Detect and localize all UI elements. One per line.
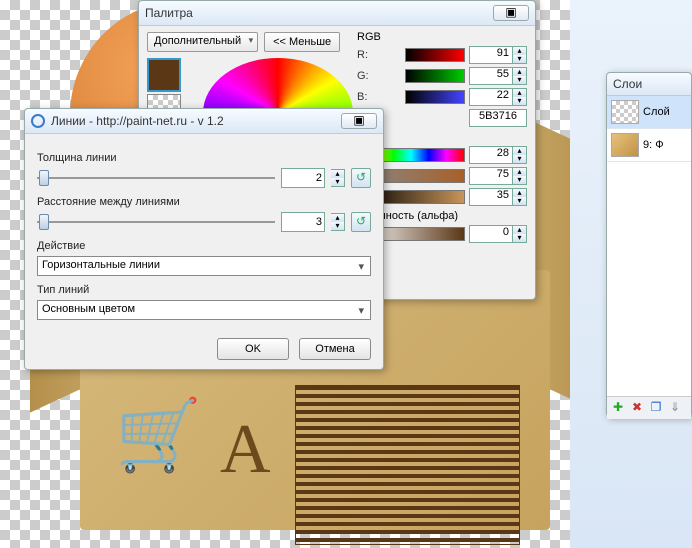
- letter-a-art: A: [220, 410, 271, 490]
- palette-titlebar[interactable]: Палитра ▣: [139, 1, 535, 26]
- layers-title: Слои: [613, 77, 685, 91]
- merge-layer-button[interactable]: ⇓: [667, 400, 683, 416]
- spacing-stepper[interactable]: ▴▾: [331, 213, 345, 231]
- palette-title: Палитра: [145, 6, 493, 20]
- layer-thumb: [611, 100, 639, 124]
- rgb-heading: RGB: [357, 31, 527, 43]
- b-stepper[interactable]: ▴▾: [513, 88, 527, 106]
- ok-button[interactable]: OK: [217, 338, 289, 360]
- add-layer-button[interactable]: ✚: [610, 400, 626, 416]
- type-label: Тип линий: [37, 284, 371, 296]
- layers-titlebar[interactable]: Слои: [607, 73, 691, 96]
- r-stepper[interactable]: ▴▾: [513, 46, 527, 64]
- primary-color-swatch[interactable]: [147, 58, 181, 92]
- layer-name: 9: Ф: [643, 139, 664, 151]
- sat-stepper[interactable]: ▴▾: [513, 167, 527, 185]
- val-value[interactable]: 35: [469, 188, 513, 206]
- palette-close-button[interactable]: ▣: [493, 5, 529, 21]
- spacing-reset-button[interactable]: ↺: [351, 212, 371, 232]
- type-select[interactable]: Основным цветом: [37, 300, 371, 320]
- hue-value[interactable]: 28: [469, 146, 513, 164]
- layer-thumb: [611, 133, 639, 157]
- thickness-input[interactable]: [281, 168, 325, 188]
- lines-titlebar[interactable]: Линии - http://paint-net.ru - v 1.2 ▣: [25, 109, 383, 134]
- thickness-reset-button[interactable]: ↺: [351, 168, 371, 188]
- spacing-input[interactable]: [281, 212, 325, 232]
- b-value[interactable]: 22: [469, 88, 513, 106]
- layers-panel: Слои Слой 9: Ф ✚ ✖ ❐ ⇓: [606, 72, 692, 417]
- r-slider[interactable]: [405, 48, 465, 62]
- g-stepper[interactable]: ▴▾: [513, 67, 527, 85]
- delete-layer-button[interactable]: ✖: [629, 400, 645, 416]
- lines-pattern-art: [295, 385, 520, 545]
- palette-less-button[interactable]: << Меньше: [264, 32, 340, 52]
- palette-mode-combo[interactable]: Дополнительный: [147, 32, 258, 52]
- lines-dialog: Линии - http://paint-net.ru - v 1.2 ▣ То…: [24, 108, 384, 370]
- action-select[interactable]: Горизонтальные линии: [37, 256, 371, 276]
- r-label: R:: [357, 49, 405, 61]
- cart-icon: 🛒: [115, 395, 220, 495]
- b-label: B:: [357, 91, 405, 103]
- r-value[interactable]: 91: [469, 46, 513, 64]
- spacing-label: Расстояние между линиями: [37, 196, 371, 208]
- g-value[interactable]: 55: [469, 67, 513, 85]
- b-slider[interactable]: [405, 90, 465, 104]
- cancel-button[interactable]: Отмена: [299, 338, 371, 360]
- sat-value[interactable]: 75: [469, 167, 513, 185]
- hue-stepper[interactable]: ▴▾: [513, 146, 527, 164]
- duplicate-layer-button[interactable]: ❐: [648, 400, 664, 416]
- g-slider[interactable]: [405, 69, 465, 83]
- alpha-stepper[interactable]: ▴▾: [513, 225, 527, 243]
- action-label: Действие: [37, 240, 371, 252]
- layer-row[interactable]: Слой: [607, 96, 691, 129]
- lines-title: Линии - http://paint-net.ru - v 1.2: [51, 114, 341, 128]
- val-stepper[interactable]: ▴▾: [513, 188, 527, 206]
- thickness-slider[interactable]: [37, 168, 275, 188]
- hex-value[interactable]: 5B3716: [469, 109, 527, 127]
- app-icon: [31, 114, 45, 128]
- layer-name: Слой: [643, 106, 670, 118]
- layer-row[interactable]: 9: Ф: [607, 129, 691, 162]
- g-label: G:: [357, 70, 405, 82]
- thickness-label: Толщина линии: [37, 152, 371, 164]
- lines-close-button[interactable]: ▣: [341, 113, 377, 129]
- alpha-value[interactable]: 0: [469, 225, 513, 243]
- thickness-stepper[interactable]: ▴▾: [331, 169, 345, 187]
- spacing-slider[interactable]: [37, 212, 275, 232]
